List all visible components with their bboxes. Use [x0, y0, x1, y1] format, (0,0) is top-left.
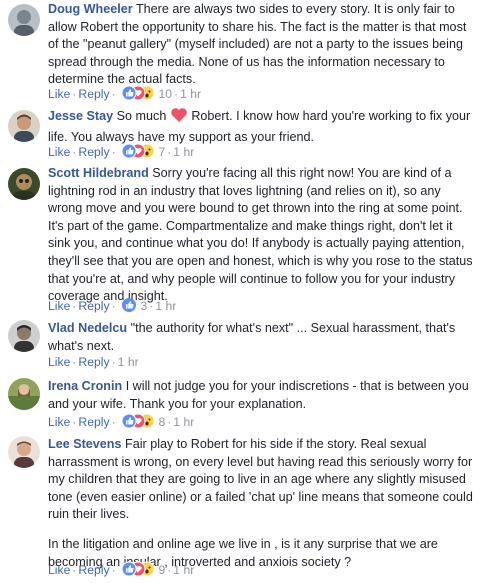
reply-link[interactable]: Reply — [78, 563, 109, 577]
comment-body: Vlad Nedelcu "the authority for what's n… — [48, 320, 478, 355]
comment: Lee Stevens Fair play to Robert for his … — [0, 436, 485, 579]
reactions[interactable] — [121, 561, 155, 577]
reply-link[interactable]: Reply — [78, 87, 109, 101]
timestamp[interactable]: 1 hr — [180, 87, 201, 101]
reply-link[interactable]: Reply — [78, 145, 109, 159]
like-link[interactable]: Like — [48, 563, 70, 577]
comment: Irena Cronin I will not judge you for yo… — [0, 378, 485, 433]
comment-body: Jesse Stay So much Robert. I know how ha… — [48, 107, 478, 146]
commenter-name[interactable]: Doug Wheeler — [48, 2, 133, 16]
commenter-name[interactable]: Irena Cronin — [48, 379, 122, 393]
like-link[interactable]: Like — [48, 87, 70, 101]
timestamp[interactable]: 1 hr — [118, 355, 139, 369]
comment-body: Irena Cronin I will not judge you for yo… — [48, 378, 478, 413]
comment-actions: Like · Reply · 7 · 1 hr — [48, 143, 195, 159]
commenter-name[interactable]: Jesse Stay — [48, 109, 113, 123]
comment-paragraph: Lee Stevens Fair play to Robert for his … — [48, 436, 478, 524]
comment-actions: Like · Reply · 9 · 1 hr — [48, 561, 195, 577]
reactions[interactable] — [121, 85, 155, 101]
avatar[interactable] — [8, 4, 40, 36]
comment: Doug Wheeler There are always two sides … — [0, 0, 485, 101]
avatar[interactable] — [8, 378, 40, 410]
avatar[interactable] — [8, 320, 40, 352]
comment-actions: Like · Reply · 10 · 1 hr — [48, 85, 202, 101]
like-link[interactable]: Like — [48, 415, 70, 429]
comment: Jesse Stay So much Robert. I know how ha… — [0, 107, 485, 162]
comment-text: So much — [116, 109, 167, 123]
avatar[interactable] — [8, 168, 40, 200]
like-link[interactable]: Like — [48, 145, 70, 159]
commenter-name[interactable]: Scott Hildebrand — [48, 166, 149, 180]
reactions[interactable] — [121, 297, 137, 313]
comment-body: Doug Wheeler There are always two sides … — [48, 1, 478, 89]
avatar[interactable] — [8, 436, 40, 468]
comment-actions: Like · Reply · 1 hr — [48, 355, 139, 369]
commenter-name[interactable]: Vlad Nedelcu — [48, 321, 127, 335]
comment-body: Scott Hildebrand Sorry you're facing all… — [48, 165, 478, 306]
timestamp[interactable]: 1 hr — [173, 415, 194, 429]
timestamp[interactable]: 1 hr — [173, 145, 194, 159]
reply-link[interactable]: Reply — [78, 415, 109, 429]
reactions[interactable] — [121, 143, 155, 159]
reactions[interactable] — [121, 413, 155, 429]
reply-link[interactable]: Reply — [78, 355, 109, 369]
like-link[interactable]: Like — [48, 355, 70, 369]
comment: Scott Hildebrand Sorry you're facing all… — [0, 165, 485, 315]
like-link[interactable]: Like — [48, 299, 70, 313]
reply-link[interactable]: Reply — [78, 299, 109, 313]
comment-actions: Like · Reply · 8 · 1 hr — [48, 413, 195, 429]
avatar[interactable] — [8, 110, 40, 142]
commenter-name[interactable]: Lee Stevens — [48, 437, 122, 451]
comment: Vlad Nedelcu "the authority for what's n… — [0, 320, 485, 372]
comment-actions: Like · Reply · 3 · 1 hr — [48, 297, 177, 313]
reaction-count[interactable]: 10 — [158, 87, 172, 101]
comment-text: Sorry you're facing all this right now! … — [48, 166, 473, 304]
timestamp[interactable]: 1 hr — [173, 563, 194, 577]
heart-icon — [170, 107, 188, 129]
timestamp[interactable]: 1 hr — [155, 299, 176, 313]
